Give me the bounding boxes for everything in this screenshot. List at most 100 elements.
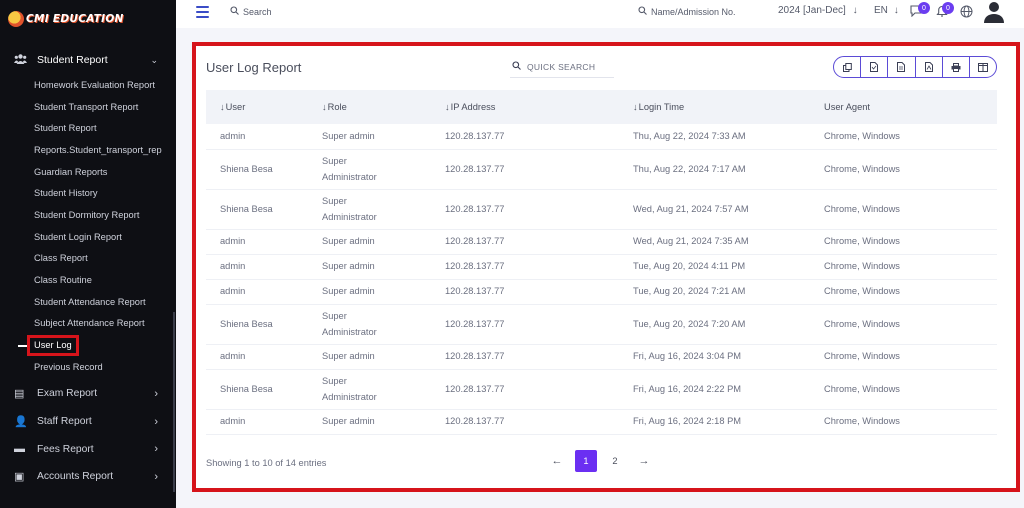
sidebar-item-previous-record[interactable]: Previous Record <box>0 356 176 378</box>
column-header-login-time[interactable]: ↓Login Time <box>633 90 824 124</box>
cell-role: Super admin <box>322 409 445 435</box>
cell-role: Super admin <box>322 124 445 150</box>
cell-user-agent: Chrome, Windows <box>824 149 997 190</box>
cell-user: Shiena Besa <box>206 369 322 410</box>
sidebar-item-guardian-reports[interactable]: Guardian Reports <box>0 161 176 183</box>
user-icon <box>984 2 1004 23</box>
print-button[interactable] <box>943 57 970 77</box>
sidebar-item-label: Student Report <box>34 123 97 134</box>
users-icon <box>14 53 28 67</box>
sort-arrow-icon: ↓ <box>220 102 225 112</box>
sidebar-section-label: Student Report <box>37 54 108 66</box>
sidebar-item-label: Student Dormitory Report <box>34 209 140 220</box>
cell-user: admin <box>206 279 322 305</box>
cell-login-time: Fri, Aug 16, 2024 2:22 PM <box>633 369 824 410</box>
search-icon <box>230 6 239 17</box>
academic-year-value: 2024 [Jan-Dec] <box>778 5 846 16</box>
table-row: admin Super admin 120.28.137.77 Fri, Aug 16… <box>206 409 997 435</box>
chevron-right-icon: › <box>154 443 158 456</box>
column-header-role[interactable]: ↓Role <box>322 90 445 124</box>
sidebar-item-class-routine[interactable]: Class Routine <box>0 269 176 291</box>
sidebar-section-fees-report[interactable]: ▬ Fees Report › <box>0 435 176 463</box>
cell-user-agent: Chrome, Windows <box>824 279 997 305</box>
table-row: Shiena Besa Super Administrator 120.28.137… <box>206 189 997 230</box>
sidebar-item-label: Student Transport Report <box>34 101 139 112</box>
brand-logo[interactable]: CMI EDUCATION <box>8 10 124 28</box>
sidebar-section-accounts-report[interactable]: ▣ Accounts Report › <box>0 463 176 491</box>
columns-icon <box>977 62 988 72</box>
sidebar-item-label: Class Routine <box>34 275 92 286</box>
table-row: Shiena Besa Super Administrator 120.28.137… <box>206 149 997 190</box>
search-icon <box>512 61 521 72</box>
previous-page-button[interactable]: ← <box>546 450 568 472</box>
cell-user: admin <box>206 254 322 280</box>
user-avatar[interactable] <box>982 0 1006 24</box>
sidebar-section-exam-report[interactable]: ▤ Exam Report › <box>0 380 176 408</box>
student-search[interactable]: Name/Admission No. <box>638 6 736 17</box>
table-row: admin Super admin 120.28.137.77 Tue, Aug 20… <box>206 254 997 280</box>
table-row: Shiena Besa Super Administrator 120.28.137… <box>206 304 997 345</box>
export-pdf-button[interactable] <box>916 57 943 77</box>
table-row: admin Super admin 120.28.137.77 Thu, Aug 22… <box>206 124 997 150</box>
column-header-ip-address[interactable]: ↓IP Address <box>445 90 633 124</box>
sidebar-section-staff-report[interactable]: 👤 Staff Report › <box>0 408 176 436</box>
cell-user-agent: Chrome, Windows <box>824 369 997 410</box>
globe-button[interactable] <box>960 5 973 21</box>
sidebar-item-reports-student-transport-rep[interactable]: Reports.Student_transport_rep <box>0 139 176 161</box>
sidebar-section-student-report[interactable]: Student Report ⌄ <box>0 50 176 70</box>
copy-button[interactable] <box>834 57 862 77</box>
sidebar-item-student-report[interactable]: Student Report <box>0 117 176 139</box>
column-header-label: User <box>225 102 246 112</box>
column-header-user-agent[interactable]: User Agent <box>824 90 997 124</box>
copy-icon <box>842 62 852 72</box>
file-pdf-icon <box>924 62 933 72</box>
arrow-left-icon: ← <box>551 455 563 467</box>
sidebar-item-label: Homework Evaluation Report <box>34 79 155 90</box>
global-search[interactable]: Search <box>230 6 272 17</box>
next-page-button[interactable]: → <box>633 450 655 472</box>
table-row: Shiena Besa Super Administrator 120.28.137… <box>206 369 997 410</box>
messages-count-badge: 0 <box>918 2 930 14</box>
sidebar-item-student-history[interactable]: Student History <box>0 182 176 204</box>
sidebar-item-student-transport-report[interactable]: Student Transport Report <box>0 96 176 118</box>
arrow-down-icon: ↓ <box>893 5 899 16</box>
sort-arrow-icon: ↓ <box>633 102 638 112</box>
sidebar-item-class-report[interactable]: Class Report <box>0 248 176 270</box>
table-body: admin Super admin 120.28.137.77 Thu, Aug 22… <box>206 124 997 435</box>
column-header-label: Login Time <box>638 102 685 112</box>
global-search-label: Search <box>243 6 272 17</box>
cell-user: Shiena Besa <box>206 149 322 190</box>
cell-login-time: Fri, Aug 16, 2024 3:04 PM <box>633 344 824 370</box>
cell-login-time: Fri, Aug 16, 2024 2:18 PM <box>633 409 824 435</box>
topbar: Search Name/Admission No. 2024 [Jan-Dec]… <box>176 0 1024 28</box>
page-button-1[interactable]: 1 <box>575 450 597 472</box>
cell-user-agent: Chrome, Windows <box>824 124 997 150</box>
sidebar-item-student-login-report[interactable]: Student Login Report <box>0 226 176 248</box>
cell-role: Super admin <box>322 254 445 280</box>
user-log-report-card: User Log Report QUICK SEARCH ↓User ↓Role… <box>192 42 1020 492</box>
export-excel-button[interactable] <box>888 57 916 77</box>
language-select[interactable]: EN ↓ <box>874 5 899 16</box>
sidebar-item-student-attendance-report[interactable]: Student Attendance Report <box>0 291 176 313</box>
page-button-2[interactable]: 2 <box>604 450 626 472</box>
cell-ip-address: 120.28.137.77 <box>445 189 633 230</box>
academic-year-select[interactable]: 2024 [Jan-Dec] ↓ <box>778 5 858 16</box>
export-csv-button[interactable] <box>861 57 889 77</box>
chevron-right-icon: › <box>154 415 158 428</box>
sidebar-item-subject-attendance-report[interactable]: Subject Attendance Report <box>0 313 176 335</box>
cell-user-agent: Chrome, Windows <box>824 254 997 280</box>
arrow-down-icon: ↓ <box>852 5 858 16</box>
sidebar-item-homework-evaluation-report[interactable]: Homework Evaluation Report <box>0 74 176 96</box>
sidebar-item-student-dormitory-report[interactable]: Student Dormitory Report <box>0 204 176 226</box>
quick-search-input[interactable]: QUICK SEARCH <box>510 56 614 78</box>
cell-user-agent: Chrome, Windows <box>824 189 997 230</box>
column-header-user[interactable]: ↓User <box>206 90 322 124</box>
money-icon: ▬ <box>14 443 25 456</box>
student-search-label: Name/Admission No. <box>651 6 736 17</box>
column-visibility-button[interactable] <box>970 57 996 77</box>
sidebar-item-user-log[interactable]: User Log <box>0 334 176 356</box>
globe-icon <box>960 5 973 21</box>
notifications-button[interactable]: 0 <box>936 2 954 20</box>
messages-button[interactable]: 0 <box>910 2 930 20</box>
menu-toggle-icon[interactable] <box>196 6 209 18</box>
